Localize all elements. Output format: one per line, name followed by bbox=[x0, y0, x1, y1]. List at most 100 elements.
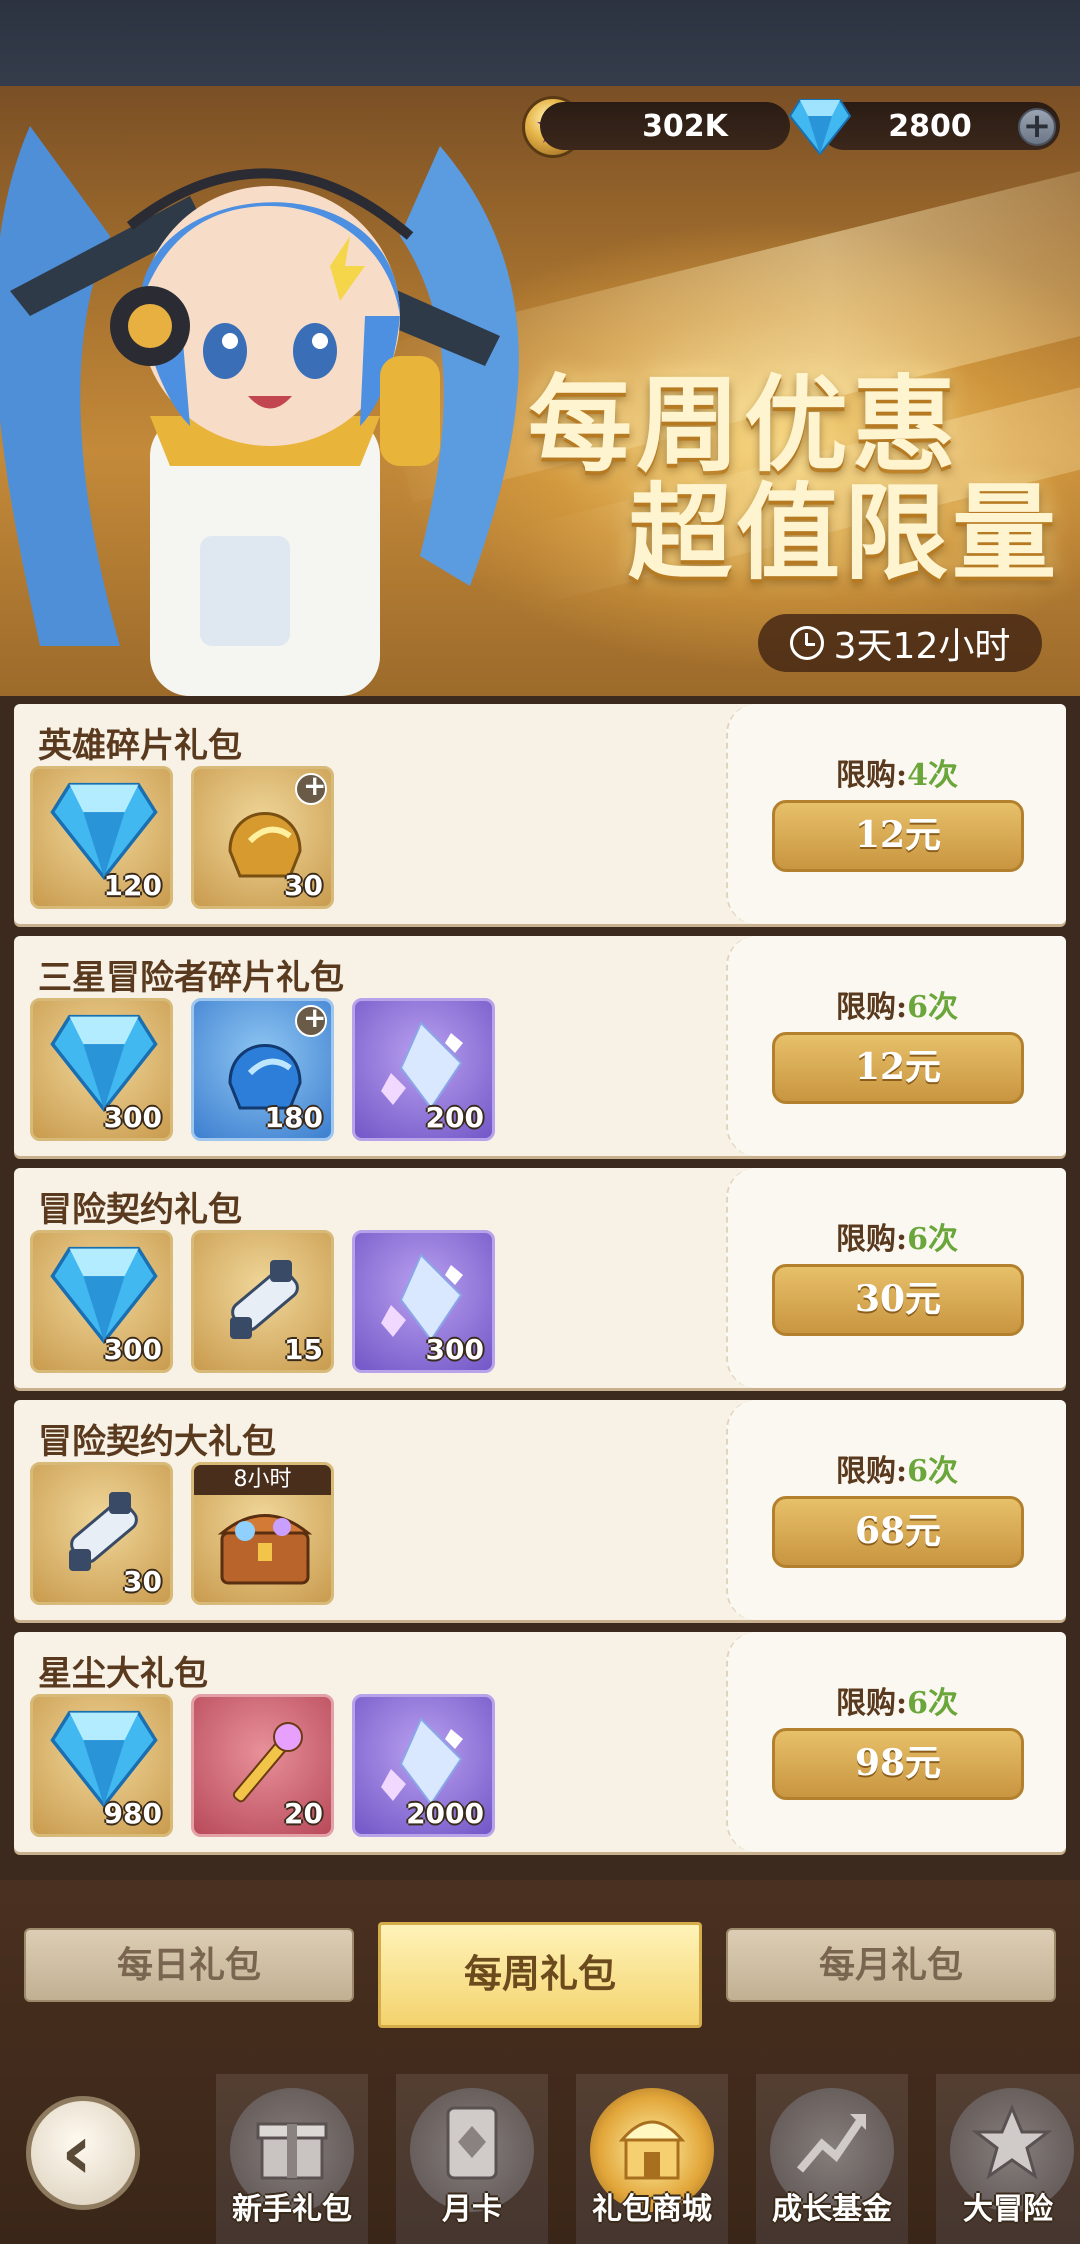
purchase-limit: 限购:4次 bbox=[728, 750, 1066, 794]
pack-name: 冒险契约大礼包 bbox=[38, 1422, 276, 1462]
item-quantity: 120 bbox=[103, 869, 162, 902]
pack-items: 300 180 200 bbox=[30, 998, 495, 1141]
clock-icon bbox=[789, 626, 824, 660]
diamond-icon bbox=[50, 1014, 158, 1113]
tab-weekly-packs[interactable]: 每周礼包 bbox=[378, 1922, 702, 2028]
pack-name: 三星冒险者碎片礼包 bbox=[38, 958, 344, 998]
diamond-icon bbox=[50, 782, 158, 881]
gold-balance: 302K bbox=[540, 102, 790, 150]
limit-label: 限购: bbox=[836, 990, 908, 1025]
purchase-area: 限购:6次 98元 bbox=[726, 1632, 1066, 1852]
purchase-area: 限购:6次 12元 bbox=[726, 936, 1066, 1156]
limit-label: 限购: bbox=[836, 758, 908, 793]
adventure-emblem-icon bbox=[972, 2104, 1052, 2180]
reward-item[interactable]: 120 bbox=[30, 766, 173, 909]
reward-item[interactable]: 980 bbox=[30, 1694, 173, 1837]
item-quantity: 30 bbox=[123, 1565, 162, 1598]
nav-label: 月卡 bbox=[442, 2192, 502, 2227]
tab-daily-packs[interactable]: 每日礼包 bbox=[24, 1928, 354, 2002]
shop-temple-icon bbox=[618, 2120, 686, 2180]
purchase-area: 限购:6次 68元 bbox=[726, 1400, 1066, 1620]
reward-item[interactable]: 200 bbox=[352, 998, 495, 1141]
nav-gift-shop[interactable]: 礼包商城 bbox=[576, 2074, 728, 2244]
nav-label: 大冒险 bbox=[963, 2192, 1053, 2227]
pack-name: 冒险契约礼包 bbox=[38, 1190, 242, 1230]
hero-character-illustration bbox=[0, 126, 519, 696]
reward-item[interactable]: 300 bbox=[30, 998, 173, 1141]
diamond-icon bbox=[50, 1710, 158, 1809]
banner-title-line-2: 超值限量 bbox=[628, 471, 1061, 594]
purchase-area: 限购:4次 12元 bbox=[726, 704, 1066, 924]
nav-growth-fund[interactable]: 成长基金 bbox=[756, 2074, 908, 2244]
pack-card: 英雄碎片礼包 120 30 限购:4次 12元 bbox=[14, 704, 1066, 924]
pack-name: 星尘大礼包 bbox=[38, 1654, 208, 1694]
back-button[interactable]: ‹ bbox=[26, 2096, 140, 2210]
countdown-timer: 3天12小时 bbox=[758, 614, 1042, 672]
pack-card: 三星冒险者碎片礼包 300 180 200 限购:6次 12元 bbox=[14, 936, 1066, 1156]
buy-button[interactable]: 30元 bbox=[772, 1264, 1024, 1336]
reward-item[interactable]: 180 bbox=[191, 998, 334, 1141]
limit-count: 6次 bbox=[907, 1222, 958, 1257]
nav-label: 新手礼包 bbox=[232, 2192, 352, 2227]
pack-items: 300 15 300 bbox=[30, 1230, 495, 1373]
reward-item[interactable]: 20 bbox=[191, 1694, 334, 1837]
reward-item[interactable]: 8小时 bbox=[191, 1462, 334, 1605]
item-quantity: 30 bbox=[284, 869, 323, 902]
gift-box-icon bbox=[256, 2122, 328, 2180]
nav-label: 礼包商城 bbox=[592, 2192, 712, 2227]
duration-tag: 8小时 bbox=[194, 1465, 331, 1495]
reward-item[interactable]: 300 bbox=[352, 1230, 495, 1373]
pack-card: 冒险契约礼包 300 15 300 限购:6次 30元 bbox=[14, 1168, 1066, 1388]
buy-button[interactable]: 12元 bbox=[772, 800, 1024, 872]
item-quantity: 300 bbox=[103, 1101, 162, 1134]
pack-items: 30 8小时 bbox=[30, 1462, 334, 1605]
add-gems-button[interactable]: + bbox=[1018, 108, 1056, 146]
chevron-left-icon: ‹ bbox=[61, 2107, 93, 2196]
reward-item[interactable]: 15 bbox=[191, 1230, 334, 1373]
countdown-text: 3天12小时 bbox=[833, 626, 1011, 667]
purchase-limit: 限购:6次 bbox=[728, 982, 1066, 1026]
purchase-area: 限购:6次 30元 bbox=[726, 1168, 1066, 1388]
growth-chart-icon bbox=[796, 2114, 866, 2173]
pack-items: 120 30 bbox=[30, 766, 334, 909]
pack-list: 英雄碎片礼包 120 30 限购:4次 12元 三星冒险者碎片礼包 300 bbox=[14, 704, 1066, 1864]
buy-button[interactable]: 12元 bbox=[772, 1032, 1024, 1104]
item-quantity: 980 bbox=[103, 1797, 162, 1830]
reward-item[interactable]: 30 bbox=[30, 1462, 173, 1605]
diamond-icon bbox=[788, 99, 852, 156]
fragment-badge-icon bbox=[295, 769, 327, 805]
item-quantity: 300 bbox=[425, 1333, 484, 1366]
nav-beginner-pack[interactable]: 新手礼包 bbox=[216, 2074, 368, 2244]
fragment-badge-icon bbox=[295, 1001, 327, 1037]
reward-item[interactable]: 30 bbox=[191, 766, 334, 909]
pack-card: 冒险契约大礼包 30 8小时 限购:6次 68元 bbox=[14, 1400, 1066, 1620]
nav-big-adventure[interactable]: 大冒险 bbox=[936, 2074, 1080, 2244]
tab-monthly-packs[interactable]: 每月礼包 bbox=[726, 1928, 1056, 2002]
reward-item[interactable]: 2000 bbox=[352, 1694, 495, 1837]
limit-count: 6次 bbox=[907, 1686, 958, 1721]
item-quantity: 200 bbox=[425, 1101, 484, 1134]
buy-button[interactable]: 68元 bbox=[772, 1496, 1024, 1568]
limit-count: 4次 bbox=[907, 758, 958, 793]
pack-name: 英雄碎片礼包 bbox=[38, 726, 242, 766]
purchase-limit: 限购:6次 bbox=[728, 1214, 1066, 1258]
card-icon bbox=[446, 2106, 498, 2180]
diamond-icon bbox=[50, 1246, 158, 1345]
buy-button[interactable]: 98元 bbox=[772, 1728, 1024, 1800]
limit-label: 限购: bbox=[836, 1686, 908, 1721]
gold-amount: 302K bbox=[642, 108, 728, 144]
limit-label: 限购: bbox=[836, 1222, 908, 1257]
purchase-limit: 限购:6次 bbox=[728, 1678, 1066, 1722]
gem-amount: 2800 bbox=[888, 108, 972, 144]
nav-label: 成长基金 bbox=[772, 2192, 892, 2227]
item-quantity: 300 bbox=[103, 1333, 162, 1366]
top-status-bar bbox=[0, 0, 1080, 86]
limit-label: 限购: bbox=[836, 1454, 908, 1489]
item-quantity: 20 bbox=[284, 1797, 323, 1830]
pack-items: 980 20 2000 bbox=[30, 1694, 495, 1837]
reward-item[interactable]: 300 bbox=[30, 1230, 173, 1373]
nav-monthly-card[interactable]: 月卡 bbox=[396, 2074, 548, 2244]
item-quantity: 180 bbox=[264, 1101, 323, 1134]
treasure-chest-icon bbox=[217, 1514, 313, 1585]
item-quantity: 15 bbox=[284, 1333, 323, 1366]
